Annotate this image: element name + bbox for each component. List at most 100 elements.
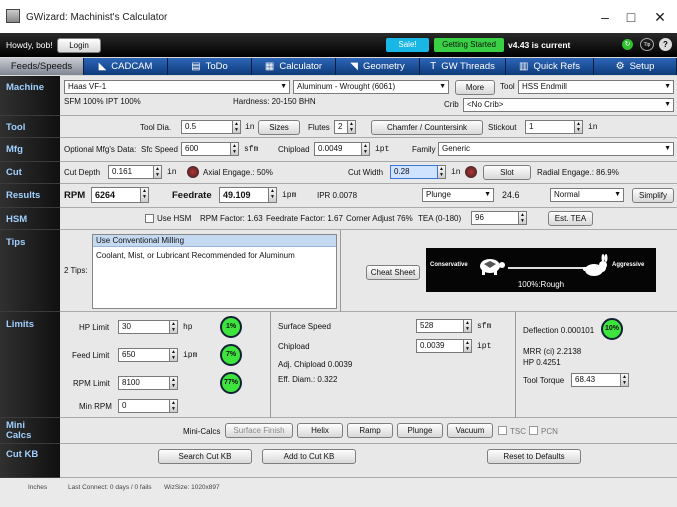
rpm-limit-input[interactable]: 8100: [118, 376, 170, 390]
tab-calculator[interactable]: ▦ Calculator: [252, 58, 336, 75]
vacuum-button[interactable]: Vacuum: [447, 423, 493, 438]
pcn-checkbox[interactable]: [529, 426, 538, 435]
rpm-factor-text: RPM Factor: 1.63: [200, 214, 263, 223]
simplify-button[interactable]: Simplify: [632, 188, 674, 203]
helix-button[interactable]: Helix: [297, 423, 343, 438]
tool-dia-input[interactable]: 0.5: [181, 120, 233, 134]
cheat-sheet-button[interactable]: Cheat Sheet: [366, 265, 420, 280]
flutes-spinner[interactable]: ▲ ▼: [348, 120, 356, 134]
cut-panel: Cut Depth 0.161 ▲ ▼ in Axial Engage.: 50%…: [60, 162, 677, 184]
tool-select[interactable]: HSS Endmill ▼: [518, 80, 674, 94]
stickout-spinner[interactable]: ▲ ▼: [575, 120, 583, 134]
rpm-limit-spinner[interactable]: ▲ ▼: [170, 376, 178, 390]
plunge-button[interactable]: Plunge: [397, 423, 443, 438]
slot-button[interactable]: Slot: [483, 165, 531, 180]
surface-speed-label: Surface Speed: [278, 322, 331, 331]
rpm-spinner[interactable]: ▲ ▼: [141, 187, 149, 203]
tab-label: CADCAM: [111, 61, 153, 72]
stickout-input[interactable]: 1: [525, 120, 575, 134]
machine-select[interactable]: Haas VF-1 ▼: [64, 80, 290, 94]
tool-dia-spinner[interactable]: ▲ ▼: [233, 120, 241, 134]
chipload-input[interactable]: 0.0049: [314, 142, 362, 156]
cut-width-spinner[interactable]: ▲ ▼: [438, 165, 446, 179]
ramp-button[interactable]: Ramp: [347, 423, 393, 438]
normal-select[interactable]: Normal ▼: [550, 188, 624, 202]
maximize-button[interactable]: □: [616, 7, 646, 27]
close-button[interactable]: ✕: [645, 7, 675, 27]
tips-count-text: 2 Tips:: [64, 266, 88, 275]
hp-usage-indicator: 1%: [220, 316, 242, 338]
tool-torque-spinner[interactable]: ▲ ▼: [621, 373, 629, 387]
chevron-down-icon: ▼: [280, 83, 287, 90]
pcn-label: PCN: [541, 427, 558, 436]
surface-finish-button[interactable]: Surface Finish: [225, 423, 293, 438]
use-hsm-checkbox[interactable]: [145, 214, 154, 223]
tip-icon[interactable]: Tip: [640, 38, 654, 51]
feedrate-label: Feedrate: [172, 190, 212, 201]
flutes-input[interactable]: 2: [334, 120, 348, 134]
tab-geometry[interactable]: ◥ Geometry: [336, 58, 420, 75]
feed-limit-spinner[interactable]: ▲ ▼: [170, 348, 178, 362]
hp-limit-input[interactable]: 30: [118, 320, 170, 334]
min-rpm-input[interactable]: 0: [118, 399, 170, 413]
chipload-spinner[interactable]: ▲ ▼: [362, 142, 370, 156]
min-rpm-spinner[interactable]: ▲ ▼: [170, 399, 178, 413]
surface-speed-spinner[interactable]: ▲ ▼: [464, 319, 472, 333]
wiz-size-text: WizSize: 1020x897: [164, 484, 220, 491]
plunge-select[interactable]: Plunge ▼: [422, 188, 494, 202]
material-select[interactable]: Aluminum - Wrought (6061) ▼: [293, 80, 449, 94]
version-text: v4.43 is current: [508, 40, 571, 50]
crib-select[interactable]: <No Crib> ▼: [463, 98, 674, 112]
login-button[interactable]: Login: [57, 38, 101, 53]
surface-speed-input[interactable]: 528: [416, 319, 464, 333]
tsc-checkbox[interactable]: [498, 426, 507, 435]
tab-quick-refs[interactable]: ▥ Quick Refs: [506, 58, 594, 75]
chevron-down-icon: ▼: [484, 191, 491, 198]
sfc-speed-input[interactable]: 600: [181, 142, 231, 156]
family-value: Generic: [442, 144, 471, 153]
tab-setup[interactable]: ⚙ Setup: [594, 58, 677, 75]
tool-panel: Tool Dia. 0.5 ▲ ▼ in Sizes Flutes 2 ▲ ▼ Ch…: [60, 116, 677, 138]
lock-toggle-icon[interactable]: [187, 166, 199, 178]
list-item[interactable]: Use Conventional Milling: [93, 235, 336, 247]
feedrate-input[interactable]: 49.109: [219, 187, 269, 203]
tips-panel: 2 Tips: Use Conventional Milling Coolant…: [60, 230, 677, 312]
tea-spinner[interactable]: ▲ ▼: [519, 211, 527, 225]
hp-limit-spinner[interactable]: ▲ ▼: [170, 320, 178, 334]
list-item[interactable]: Coolant, Mist, or Lubricant Recommended …: [93, 251, 336, 260]
cut-width-input[interactable]: 0.28: [390, 165, 438, 179]
refresh-icon[interactable]: ↻: [622, 39, 633, 50]
getting-started-button[interactable]: Getting Started: [434, 38, 504, 52]
reset-defaults-button[interactable]: Reset to Defaults: [487, 449, 581, 464]
tab-label: Quick Refs: [533, 61, 580, 72]
tab-cadcam[interactable]: ◣ CADCAM: [84, 58, 168, 75]
hp-text: HP 0.4251: [523, 358, 561, 367]
add-to-cut-kb-button[interactable]: Add to Cut KB: [262, 449, 356, 464]
family-select[interactable]: Generic ▼: [438, 142, 674, 156]
search-cut-kb-button[interactable]: Search Cut KB: [158, 449, 252, 464]
more-button[interactable]: More: [455, 80, 495, 95]
lock-toggle-icon[interactable]: [465, 166, 477, 178]
help-icon[interactable]: ?: [659, 38, 672, 51]
chipload-result-spinner[interactable]: ▲ ▼: [464, 339, 472, 353]
rpm-input[interactable]: 6264: [91, 187, 141, 203]
main-tabs: Feeds/Speeds ◣ CADCAM ▤ ToDo ▦ Calculator ◥…: [0, 58, 677, 75]
tab-gw-threads[interactable]: T GW Threads: [420, 58, 506, 75]
window-title: GWizard: Machinist's Calculator: [26, 12, 168, 23]
cut-depth-spinner[interactable]: ▲ ▼: [154, 165, 162, 179]
chamfer-countersink-button[interactable]: Chamfer / Countersink: [371, 120, 483, 135]
tool-dia-label: Tool Dia.: [140, 123, 172, 132]
chipload-result-input[interactable]: 0.0039: [416, 339, 464, 353]
tab-feeds-speeds[interactable]: Feeds/Speeds: [0, 58, 84, 75]
tool-torque-input[interactable]: 68.43: [571, 373, 621, 387]
cut-depth-input[interactable]: 0.161: [108, 165, 154, 179]
feed-limit-input[interactable]: 650: [118, 348, 170, 362]
est-tea-button[interactable]: Est. TEA: [548, 211, 593, 226]
sfc-speed-spinner[interactable]: ▲ ▼: [231, 142, 239, 156]
sale-button[interactable]: Sale!: [386, 38, 429, 52]
sizes-button[interactable]: Sizes: [258, 120, 300, 135]
feedrate-spinner[interactable]: ▲ ▼: [269, 187, 277, 203]
turtle-icon: [474, 256, 506, 276]
tea-input[interactable]: 96: [471, 211, 519, 225]
tab-todo[interactable]: ▤ ToDo: [168, 58, 252, 75]
